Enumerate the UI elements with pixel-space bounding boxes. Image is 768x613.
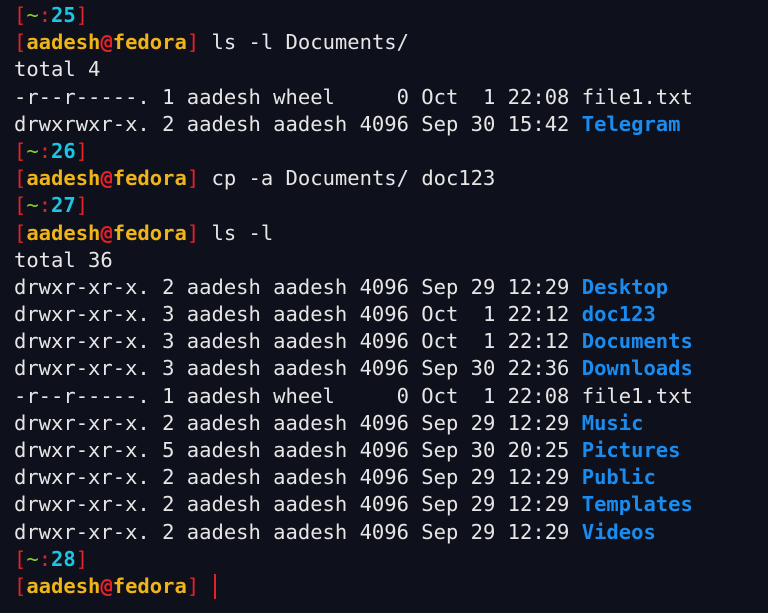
prompt-host: fedora (112, 166, 187, 191)
history-number: 26 (51, 138, 76, 163)
prompt-user: aadesh (26, 220, 101, 245)
prompt-colon: : (38, 3, 52, 27)
prompt-colon: : (38, 193, 52, 218)
text-cursor[interactable] (213, 574, 216, 600)
command-line: [aadesh@fedora] ls -l (14, 220, 693, 247)
entry-metadata: drwxrwxr-x. 2 aadesh aadesh 4096 Sep 30 … (14, 111, 570, 136)
output-text: total 36 (14, 247, 113, 272)
prompt-colon: : (38, 546, 52, 571)
listing-row: drwxr-xr-x. 2 aadesh aadesh 4096 Sep 29 … (14, 491, 693, 518)
entry-metadata: drwxr-xr-x. 3 aadesh aadesh 4096 Sep 30 … (14, 356, 570, 381)
bracket-open: [ (14, 573, 27, 598)
directory-name: Videos (581, 519, 656, 544)
command-line: [aadesh@fedora] (14, 573, 693, 600)
listing-row: drwxr-xr-x. 5 aadesh aadesh 4096 Sep 30 … (14, 437, 693, 464)
command-text: cp -a Documents/ doc123 (211, 166, 496, 191)
prompt-host: fedora (112, 220, 187, 245)
entry-metadata: -r--r-----. 1 aadesh wheel 0 Oct 1 22:08 (14, 84, 570, 109)
prompt-host: fedora (112, 30, 187, 55)
output-line: total 36 (14, 247, 693, 274)
entry-metadata: drwxr-xr-x. 3 aadesh aadesh 4096 Oct 1 2… (14, 302, 570, 327)
entry-metadata: drwxr-xr-x. 2 aadesh aadesh 4096 Sep 29 … (14, 410, 570, 435)
bracket-close: ] (186, 573, 200, 598)
listing-row: drwxr-xr-x. 3 aadesh aadesh 4096 Sep 30 … (14, 355, 693, 382)
listing-row: drwxr-xr-x. 2 aadesh aadesh 4096 Sep 29 … (14, 274, 693, 301)
directory-name: Pictures (581, 438, 681, 462)
file-name: file1.txt (581, 383, 693, 408)
directory-name: Desktop (581, 274, 669, 299)
entry-metadata: drwxr-xr-x. 2 aadesh aadesh 4096 Sep 29 … (14, 274, 570, 299)
directory-name: Templates (581, 492, 693, 517)
bracket-open: [ (14, 30, 27, 55)
prompt-user: aadesh (26, 166, 101, 191)
bracket-open: [ (14, 546, 27, 571)
prompt-colon: : (38, 138, 52, 163)
listing-row: drwxr-xr-x. 2 aadesh aadesh 4096 Sep 29 … (14, 519, 693, 546)
bracket-close: ] (186, 166, 200, 191)
bracket-close: ] (186, 30, 200, 55)
entry-metadata: drwxr-xr-x. 2 aadesh aadesh 4096 Sep 29 … (14, 465, 570, 490)
entry-metadata: drwxr-xr-x. 2 aadesh aadesh 4096 Sep 29 … (14, 492, 570, 517)
directory-name: Documents (581, 329, 693, 354)
directory-name: Telegram (581, 111, 681, 136)
file-name: file1.txt (581, 84, 693, 109)
prompt-at: @ (100, 30, 113, 55)
listing-row: -r--r-----. 1 aadesh wheel 0 Oct 1 22:08… (14, 383, 693, 410)
prompt-history-line: [~:25] (14, 2, 693, 29)
listing-row: drwxr-xr-x. 3 aadesh aadesh 4096 Oct 1 2… (14, 328, 693, 355)
prompt-dir: ~ (26, 193, 39, 218)
prompt-host: fedora (112, 573, 187, 598)
bracket-open: [ (14, 3, 27, 27)
history-number: 25 (51, 3, 76, 27)
listing-row: drwxr-xr-x. 2 aadesh aadesh 4096 Sep 29 … (14, 410, 693, 437)
prompt-at: @ (100, 166, 113, 191)
entry-metadata: drwxr-xr-x. 5 aadesh aadesh 4096 Sep 30 … (14, 438, 570, 462)
bracket-close: ] (75, 3, 89, 27)
entry-metadata: drwxr-xr-x. 2 aadesh aadesh 4096 Sep 29 … (14, 519, 570, 544)
bracket-close: ] (186, 220, 200, 245)
bracket-open: [ (14, 220, 27, 245)
prompt-user: aadesh (26, 30, 101, 55)
bracket-close: ] (75, 138, 89, 163)
listing-row: drwxr-xr-x. 2 aadesh aadesh 4096 Sep 29 … (14, 464, 693, 491)
prompt-dir: ~ (26, 138, 39, 163)
entry-metadata: -r--r-----. 1 aadesh wheel 0 Oct 1 22:08 (14, 383, 570, 408)
command-text: ls -l (211, 220, 274, 245)
prompt-dir: ~ (26, 546, 39, 571)
directory-name: Public (581, 465, 656, 490)
entry-metadata: drwxr-xr-x. 3 aadesh aadesh 4096 Oct 1 2… (14, 329, 570, 354)
directory-name: Downloads (581, 356, 693, 381)
command-line: [aadesh@fedora] cp -a Documents/ doc123 (14, 165, 693, 192)
prompt-user: aadesh (26, 573, 101, 598)
listing-row: drwxrwxr-x. 2 aadesh aadesh 4096 Sep 30 … (14, 111, 693, 138)
command-text: ls -l Documents/ (211, 30, 409, 55)
prompt-at: @ (100, 573, 113, 598)
history-number: 28 (51, 546, 76, 571)
bracket-close: ] (75, 546, 89, 571)
bracket-open: [ (14, 166, 27, 191)
bracket-close: ] (75, 193, 89, 218)
prompt-history-line: [~:27] (14, 192, 693, 219)
command-line: [aadesh@fedora] ls -l Documents/ (14, 29, 693, 56)
prompt-history-line: [~:26] (14, 138, 693, 165)
prompt-at: @ (100, 220, 113, 245)
listing-row: -r--r-----. 1 aadesh wheel 0 Oct 1 22:08… (14, 84, 693, 111)
output-line: total 4 (14, 56, 693, 83)
directory-name: doc123 (581, 302, 656, 327)
bracket-open: [ (14, 193, 27, 218)
history-number: 27 (51, 193, 76, 218)
directory-name: Music (581, 410, 644, 435)
listing-row: drwxr-xr-x. 3 aadesh aadesh 4096 Oct 1 2… (14, 301, 693, 328)
bracket-open: [ (14, 138, 27, 163)
prompt-history-line: [~:28] (14, 546, 693, 573)
terminal-output[interactable]: [~:25] [aadesh@fedora] ls -l Documents/to… (14, 2, 693, 600)
output-text: total 4 (14, 57, 101, 82)
prompt-dir: ~ (26, 3, 39, 27)
